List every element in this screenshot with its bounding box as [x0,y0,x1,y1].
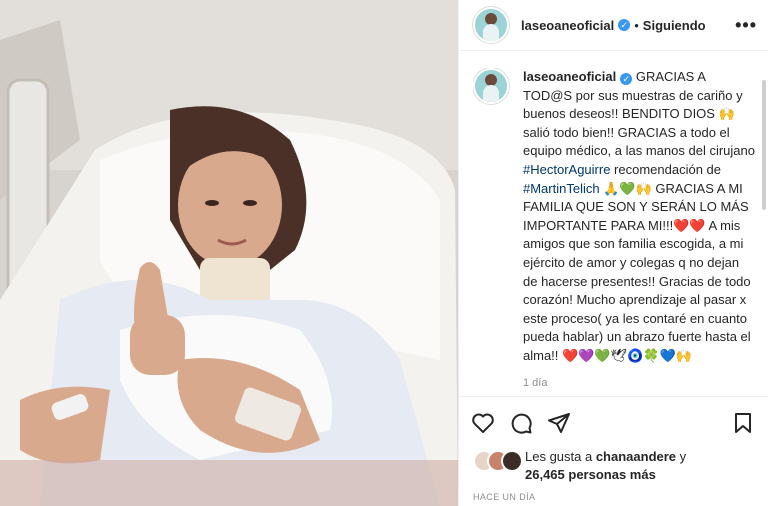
hashtag-martintelich[interactable]: #MartinTelich [523,181,600,196]
likes-summary: Les gusta a chanaandere y 26,465 persona… [473,448,757,484]
heart-icon[interactable] [471,411,495,435]
following-button[interactable]: Siguiendo [643,18,706,33]
bookmark-icon[interactable] [731,411,755,435]
action-bar [459,396,768,449]
liker-avatar [501,450,523,472]
caption-avatar[interactable] [473,68,509,104]
verified-badge-icon: ✓ [618,19,631,31]
header-separator: • [634,17,639,33]
likes-middle: y [676,449,687,464]
caption-body-3: 🙏💚🙌 GRACIAS A MI FAMILIA QUE SON Y SERÁN… [523,180,755,363]
post-panel: laseoaneoficial ✓ • Siguiendo ••• laseoa… [458,0,768,506]
likes-text: Les gusta a chanaandere y 26,465 persona… [525,448,686,484]
more-options-icon[interactable]: ••• [735,15,757,36]
caption-verified-icon: ✓ [620,73,633,85]
paper-plane-icon[interactable] [547,411,571,435]
post-header: laseoaneoficial ✓ • Siguiendo ••• [459,0,768,51]
liker-username[interactable]: chanaandere [596,449,676,464]
post-photo[interactable] [0,0,458,506]
author-avatar[interactable] [473,7,509,43]
author-username[interactable]: laseoaneoficial [521,18,614,33]
hashtag-hectoraguirre[interactable]: #HectorAguirre [523,162,610,177]
liker-avatars[interactable] [473,448,525,472]
comments-scrollbar[interactable] [762,80,766,210]
likes-prefix: Les gusta a [525,449,596,464]
caption-body-2: recomendación de [610,161,725,177]
comment-icon[interactable] [509,411,533,435]
caption-username[interactable]: laseoaneoficial [523,69,616,84]
caption-block: laseoaneoficial ✓ GRACIAS A TOD@S por sus… [473,68,761,388]
patient-photo-illustration [0,0,458,506]
likes-count[interactable]: 26,465 personas más [525,467,656,482]
post-date[interactable]: HACE UN DÍA [473,492,535,502]
caption-age: 1 día [523,376,548,389]
caption-text: laseoaneoficial ✓ GRACIAS A TOD@S por sus… [523,68,755,388]
